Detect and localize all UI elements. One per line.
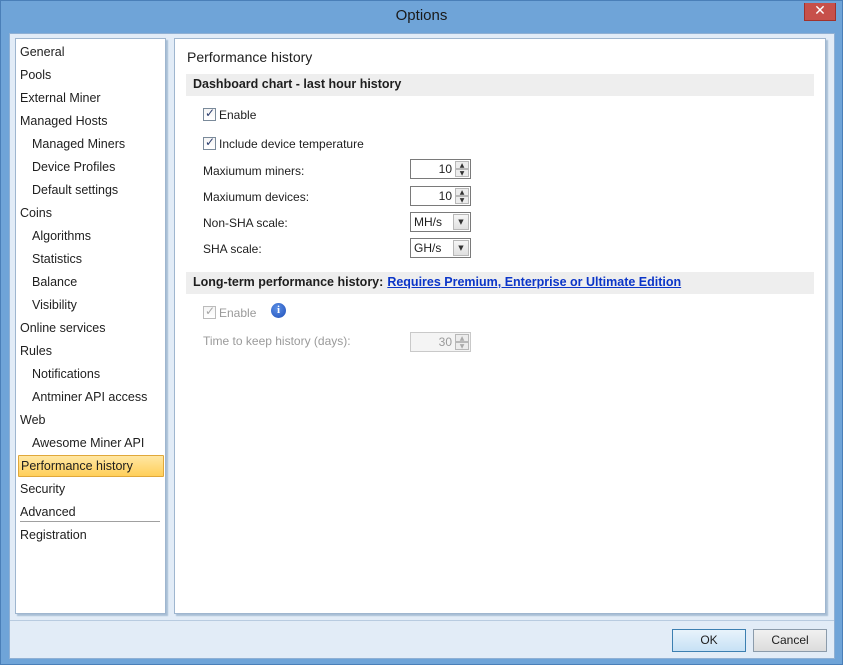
sidebar-item-performance-history[interactable]: Performance history [18,455,164,477]
sha-scale-select[interactable]: GH/s ▼ [410,238,471,258]
sidebar-item-managed-hosts[interactable]: Managed Hosts [18,110,164,132]
max-miners-value: 10 [438,162,452,176]
chevron-down-icon[interactable]: ▼ [455,196,469,204]
keep-history-stepper[interactable]: 30 ▲ ▼ [410,332,471,352]
checkmark-icon: ✓ [205,135,216,149]
longterm-section-label: Long-term performance history: [193,275,384,289]
max-miners-stepper[interactable]: 10 ▲ ▼ [410,159,471,179]
chevron-down-icon[interactable]: ▼ [455,342,469,350]
stepper-arrows[interactable]: ▲ ▼ [455,161,469,177]
longterm-section-header: Long-term performance history: Requires P… [186,272,814,294]
sidebar-item-managed-miners[interactable]: Managed Miners [18,133,164,155]
chevron-up-icon[interactable]: ▲ [455,188,469,196]
ok-button[interactable]: OK [672,629,746,652]
sidebar-item-pools[interactable]: Pools [18,64,164,86]
close-button[interactable]: ✕ [804,3,836,21]
include-temperature-checkbox[interactable]: ✓ [203,135,216,150]
longterm-enable-label: Enable [219,306,257,320]
nonsha-scale-select[interactable]: MH/s ▼ [410,212,471,232]
dialog-client-area: General Pools External Miner Managed Hos… [9,33,835,659]
sidebar-item-external-miner[interactable]: External Miner [18,87,164,109]
dialog-footer: OK Cancel [10,620,834,658]
sidebar-item-visibility[interactable]: Visibility [18,294,164,316]
max-miners-label: Maxiumum miners: [203,164,305,178]
dashboard-enable-checkbox[interactable]: ✓ [203,106,216,121]
max-devices-value: 10 [438,189,452,203]
max-devices-stepper[interactable]: 10 ▲ ▼ [410,186,471,206]
nonsha-scale-label: Non-SHA scale: [203,216,288,230]
settings-panel: Performance history Dashboard chart - la… [174,38,826,614]
sidebar-item-default-settings[interactable]: Default settings [18,179,164,201]
keep-history-value: 30 [438,335,452,349]
options-sidebar: General Pools External Miner Managed Hos… [15,38,166,614]
title-bar: Options ✕ [1,1,842,33]
checkmark-icon: ✓ [205,304,216,318]
sidebar-item-device-profiles[interactable]: Device Profiles [18,156,164,178]
sidebar-item-algorithms[interactable]: Algorithms [18,225,164,247]
cancel-button[interactable]: Cancel [753,629,827,652]
dashboard-section-title: Dashboard chart - last hour history [193,77,402,91]
sidebar-item-notifications[interactable]: Notifications [18,363,164,385]
sidebar-item-security[interactable]: Security [18,478,164,500]
sidebar-item-awesome-miner-api[interactable]: Awesome Miner API [18,432,164,454]
dashboard-section-header: Dashboard chart - last hour history [186,74,814,96]
sidebar-item-web[interactable]: Web [18,409,164,431]
sidebar-item-advanced[interactable]: Advanced [18,501,164,523]
include-temperature-label: Include device temperature [219,137,364,151]
sidebar-item-rules[interactable]: Rules [18,340,164,362]
options-window: Options ✕ General Pools External Miner M… [0,0,843,665]
sidebar-item-balance[interactable]: Balance [18,271,164,293]
sidebar-item-registration[interactable]: Registration [18,524,164,546]
sidebar-item-general[interactable]: General [18,41,164,63]
longterm-enable-checkbox[interactable]: ✓ [203,304,216,319]
chevron-down-icon[interactable]: ▼ [455,169,469,177]
dashboard-enable-label: Enable [219,108,257,122]
stepper-arrows[interactable]: ▲ ▼ [455,188,469,204]
premium-edition-link[interactable]: Requires Premium, Enterprise or Ultimate… [387,275,681,289]
sidebar-item-coins[interactable]: Coins [18,202,164,224]
sha-scale-value: GH/s [414,241,442,255]
checkmark-icon: ✓ [205,106,216,120]
chevron-down-icon[interactable]: ▼ [453,240,469,256]
longterm-section-title: Long-term performance history: Requires P… [193,275,681,289]
sidebar-divider [20,521,160,522]
nonsha-scale-value: MH/s [414,215,442,229]
sidebar-item-online-services[interactable]: Online services [18,317,164,339]
stepper-arrows[interactable]: ▲ ▼ [455,334,469,350]
page-title: Performance history [187,49,313,65]
chevron-up-icon[interactable]: ▲ [455,161,469,169]
sidebar-item-statistics[interactable]: Statistics [18,248,164,270]
chevron-down-icon[interactable]: ▼ [453,214,469,230]
window-title: Options [395,7,448,24]
chevron-up-icon[interactable]: ▲ [455,334,469,342]
info-icon[interactable]: i [271,303,286,318]
sidebar-item-antminer-api-access[interactable]: Antminer API access [18,386,164,408]
max-devices-label: Maxiumum devices: [203,190,310,204]
keep-history-label: Time to keep history (days): [203,334,351,348]
sha-scale-label: SHA scale: [203,242,262,256]
